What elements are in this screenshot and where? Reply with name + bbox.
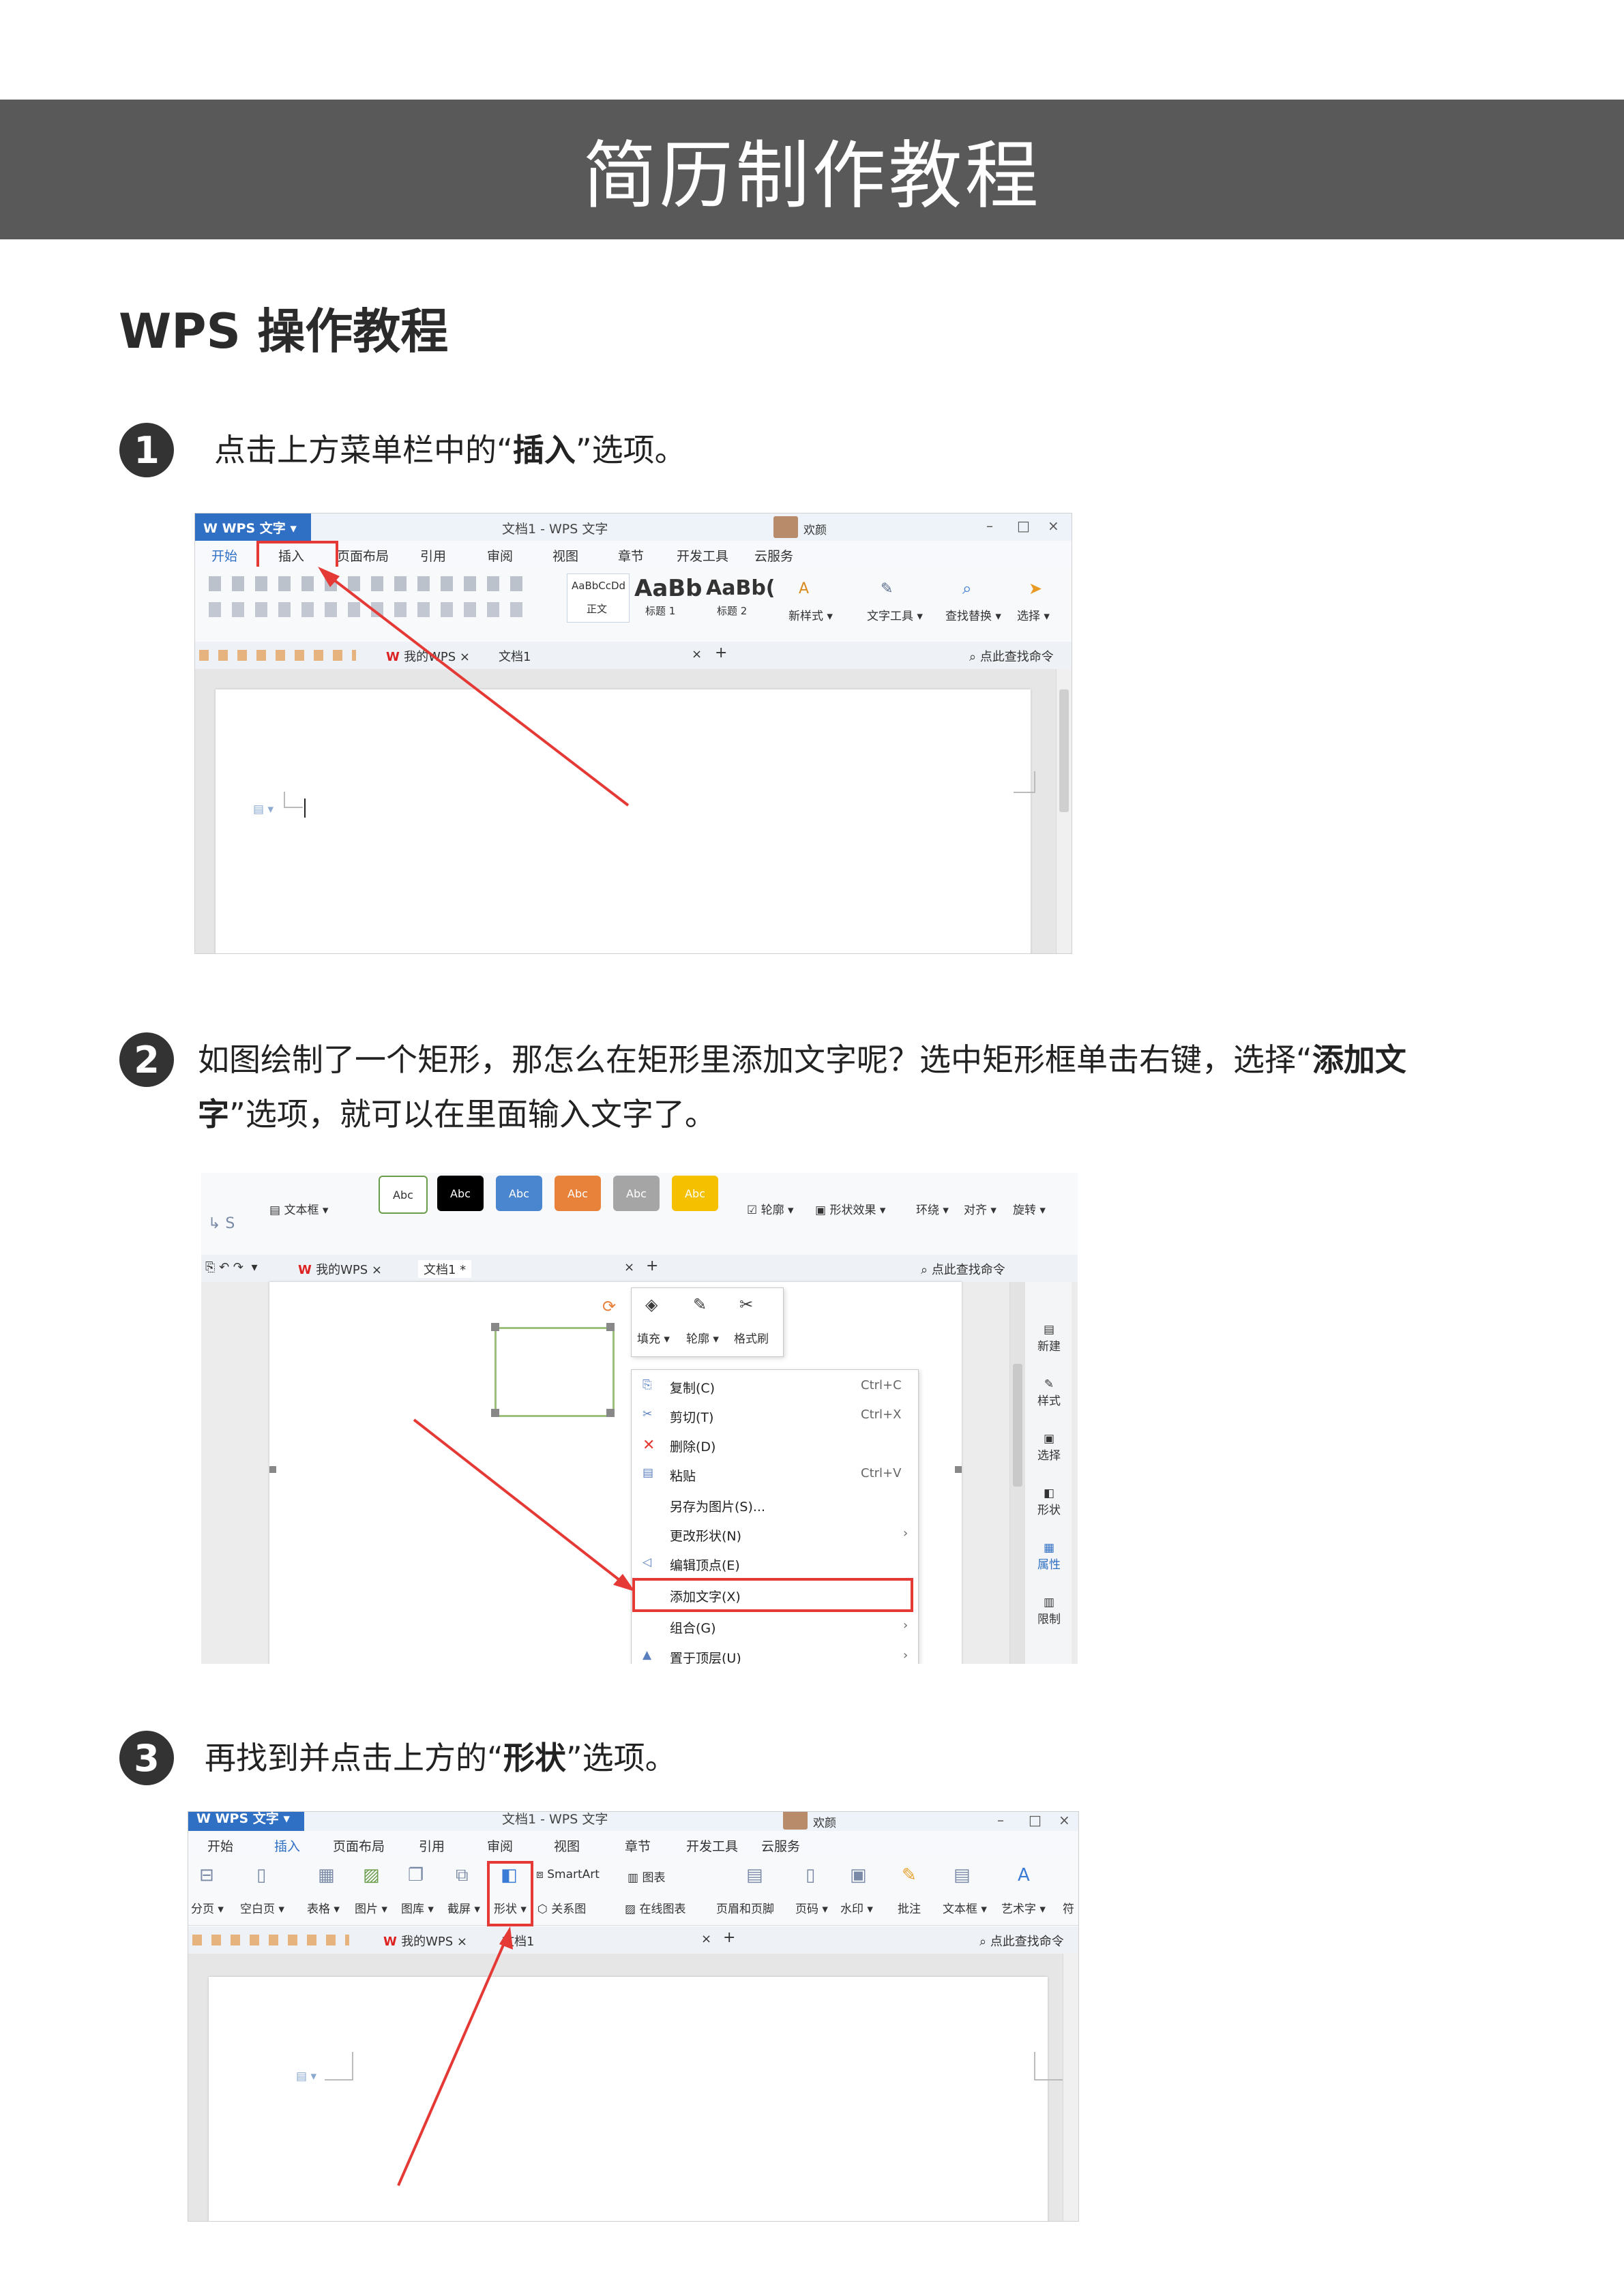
screenshot-insert-menu: W WPS 文字 ▾ 文档1 - WPS 文字 欢颜 – □ × 开始 插入 页… <box>194 513 1072 954</box>
step-2-number: 2 <box>119 1032 174 1087</box>
section-title: WPS 操作教程 <box>119 303 449 359</box>
step-1-text: 点击上方菜单栏中的“插入”选项。 <box>214 432 686 468</box>
banner-title: 简历制作教程 <box>582 133 1042 219</box>
red-arrow-annotation <box>318 567 630 807</box>
step-1-number: 1 <box>119 423 174 477</box>
step-2-text: 如图绘制了一个矩形，那怎么在矩形里添加文字呢？选中矩形框单击右键，选择“添加文字… <box>198 1041 1406 1133</box>
title-banner: 简历制作教程 <box>0 100 1624 239</box>
screenshot-add-text: ↳ S ▤ 文本框 ▾ Abc Abc Abc Abc Abc Abc ☑ 轮廓… <box>201 1173 1078 1664</box>
step-3-text: 再找到并点击上方的“形状”选项。 <box>205 1740 677 1776</box>
red-arrow-annotation <box>397 1926 513 2186</box>
step-3-number: 3 <box>119 1731 174 1785</box>
red-arrow-annotation <box>413 1418 635 1592</box>
screenshot-shape-menu: W WPS 文字 ▾ 文档1 - WPS 文字 欢颜 – □ × 开始 插入 页… <box>188 1811 1079 2222</box>
